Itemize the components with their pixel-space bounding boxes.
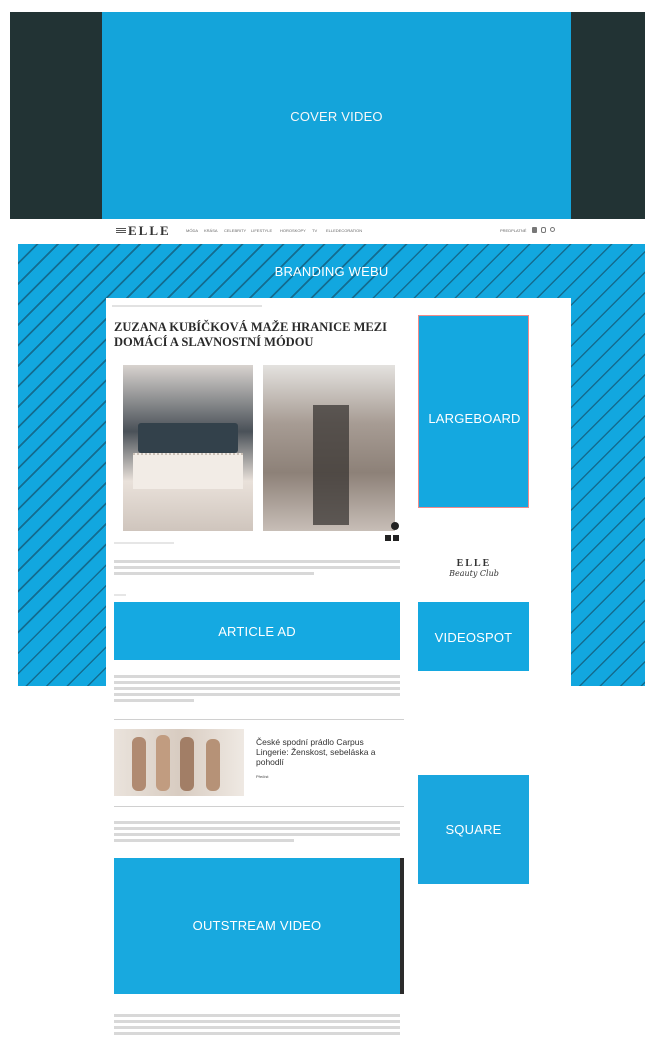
videospot-slot[interactable]: VIDEOSPOT <box>418 602 529 671</box>
videospot-label: VIDEOSPOT <box>434 630 513 645</box>
divider <box>114 806 404 807</box>
menu-icon[interactable] <box>116 228 126 233</box>
nav-item-krasa[interactable]: KRÁSA <box>204 228 218 233</box>
article-meta <box>114 542 174 544</box>
article-ad-slot[interactable]: ARTICLE AD <box>114 602 400 660</box>
related-article-title[interactable]: České spodní prádlo Carpus Lingerie: Žen… <box>256 737 391 767</box>
breadcrumb <box>112 305 262 307</box>
nav-item-elledecoration[interactable]: ELLEDECORATION <box>326 228 362 233</box>
outstream-video-slot[interactable]: OUTSTREAM VIDEO <box>114 858 400 994</box>
body-text-line <box>114 839 294 842</box>
nav-item-celebrity[interactable]: CELEBRITY <box>224 228 246 233</box>
cover-video-slot[interactable]: COVER VIDEO <box>102 12 571 219</box>
body-text-line <box>114 1026 400 1029</box>
body-text-line <box>114 675 400 678</box>
search-icon[interactable] <box>550 227 555 232</box>
nav-item-horoskopy[interactable]: HOROSKOPY <box>280 228 306 233</box>
ad-marker <box>114 594 126 596</box>
instagram-icon[interactable] <box>541 227 546 233</box>
body-text-line <box>114 687 400 690</box>
related-article-link[interactable]: Přečíst <box>256 774 268 779</box>
body-text-line <box>114 1020 400 1023</box>
perex-line <box>114 572 314 575</box>
elle-beauty-club-logo[interactable]: ELLE Beauty Club <box>436 558 512 594</box>
facebook-icon[interactable] <box>532 227 537 233</box>
body-text-line <box>114 681 400 684</box>
article-title: ZUZANA KUBÍČKOVÁ MAŽE HRANICE MEZI DOMÁC… <box>114 320 387 349</box>
related-article-image[interactable] <box>114 729 244 796</box>
nav-item-lifestyle[interactable]: LIFESTYLE <box>251 228 272 233</box>
site-header: ELLE MÓDA KRÁSA CELEBRITY LIFESTYLE HORO… <box>10 219 645 243</box>
beauty-club-text: Beauty Club <box>449 569 499 578</box>
largeboard-label: LARGEBOARD <box>428 411 521 426</box>
info-icon[interactable] <box>391 522 399 530</box>
lingerie-photo-1 <box>123 365 253 531</box>
square-slot[interactable]: SQUARE <box>418 775 529 884</box>
largeboard-slot[interactable]: LARGEBOARD <box>418 315 529 508</box>
branding-label: BRANDING WEBU <box>274 264 389 279</box>
facebook-share-icon[interactable] <box>385 535 391 541</box>
square-label: SQUARE <box>445 822 502 837</box>
elle-beauty-logo-text: ELLE <box>456 558 492 569</box>
nav-item-moda[interactable]: MÓDA <box>186 228 198 233</box>
outstream-video-label: OUTSTREAM VIDEO <box>192 918 322 933</box>
subscribe-link[interactable]: PREDPLATNÉ <box>500 228 526 233</box>
body-text-line <box>114 827 400 830</box>
body-text-line <box>114 693 400 696</box>
body-text-line <box>114 699 194 702</box>
article-ad-label: ARTICLE AD <box>218 624 296 639</box>
elle-logo[interactable]: ELLE <box>128 223 171 239</box>
body-text-line <box>114 821 400 824</box>
cover-video-label: COVER VIDEO <box>290 109 383 124</box>
nav-item-tv[interactable]: TV <box>312 228 317 233</box>
body-text-line <box>114 833 400 836</box>
body-text-line <box>114 1032 400 1035</box>
divider <box>114 719 404 720</box>
lingerie-photo-2 <box>263 365 395 531</box>
perex-line <box>114 566 400 569</box>
body-text-line <box>114 1014 400 1017</box>
perex-line <box>114 560 400 563</box>
twitter-share-icon[interactable] <box>393 535 399 541</box>
